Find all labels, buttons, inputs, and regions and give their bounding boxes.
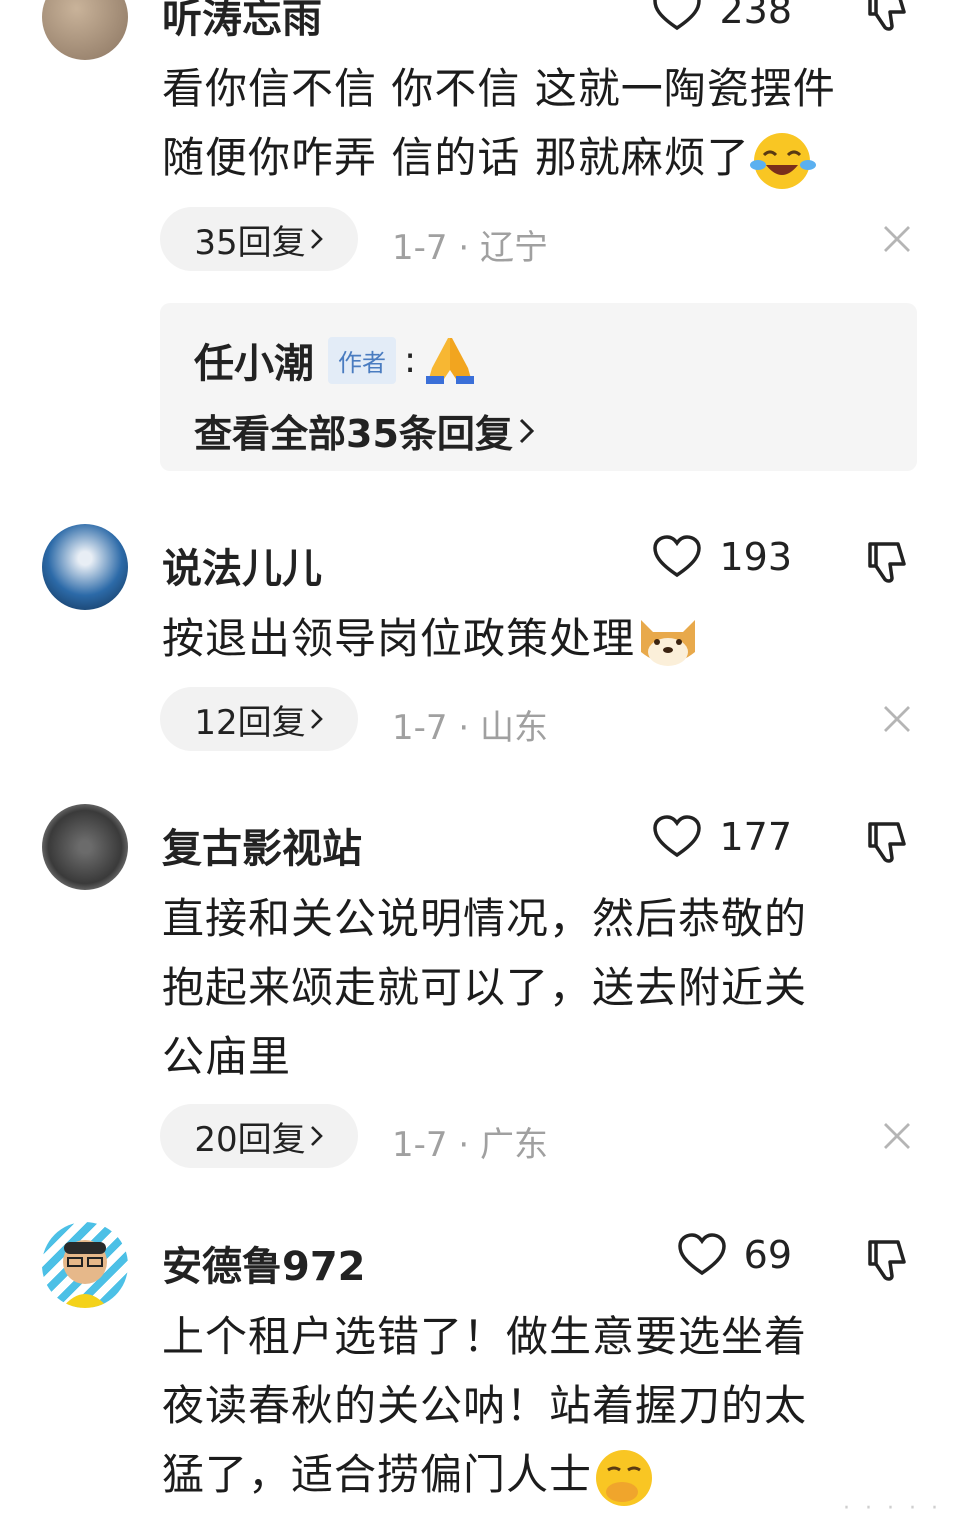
avatar[interactable]	[42, 524, 128, 610]
comment-username[interactable]: 说法儿儿	[162, 536, 322, 594]
avatar-face	[62, 1240, 108, 1308]
comment-text-line: 随便你咋弄 信的话 那就麻烦了	[162, 123, 902, 192]
sub-reply-username[interactable]: 任小潮	[194, 331, 314, 389]
comment-text: 上个租户选错了！做生意要选坐着 夜读春秋的关公呐！站着握刀的太 猛了，适合捞偏门…	[162, 1302, 902, 1509]
replies-button[interactable]: 35回复	[160, 207, 358, 271]
like-button[interactable]: 238	[653, 0, 792, 32]
chevron-right-icon	[310, 229, 323, 249]
replies-label: 35回复	[194, 222, 306, 263]
heart-icon	[677, 1233, 726, 1276]
dislike-icon[interactable]	[862, 818, 910, 866]
sub-reply-box[interactable]: 任小潮 作者 : 查看全部35条回复	[160, 303, 917, 471]
replies-button[interactable]: 20回复	[160, 1104, 358, 1168]
comment-text: 看你信不信 你不信 这就一陶瓷摆件 随便你咋弄 信的话 那就麻烦了	[162, 54, 902, 192]
praying-hands-emoji	[426, 338, 475, 384]
heart-icon	[653, 535, 702, 578]
comment-text-line: 看你信不信 你不信 这就一陶瓷摆件	[162, 64, 836, 113]
comment-text: 直接和关公说明情况，然后恭敬的 抱起来颂走就可以了，送去附近关 公庙里	[162, 884, 902, 1091]
heart-icon	[653, 0, 702, 31]
comment-username[interactable]: 安德鲁972	[162, 1234, 366, 1292]
comment-text-line: 夜读春秋的关公呐！站着握刀的太	[162, 1381, 808, 1430]
comment-text-line: 抱起来颂走就可以了，送去附近关	[162, 963, 808, 1012]
like-count: 193	[719, 535, 792, 579]
watermark: · · · · ·	[843, 1496, 942, 1521]
avatar[interactable]	[42, 804, 128, 890]
avatar[interactable]	[42, 1222, 128, 1308]
comment-text-line: 上个租户选错了！做生意要选坐着	[162, 1312, 808, 1361]
like-count: 69	[743, 1233, 792, 1277]
comment-text: 按退出领导岗位政策处理	[162, 604, 902, 673]
chevron-right-icon	[310, 709, 323, 729]
like-button[interactable]: 177	[653, 815, 792, 859]
close-icon[interactable]	[882, 1121, 912, 1151]
replies-button[interactable]: 12回复	[160, 687, 358, 751]
like-count: 177	[719, 815, 792, 859]
view-all-replies-link[interactable]: 查看全部35条回复	[194, 403, 535, 458]
dislike-icon[interactable]	[862, 0, 910, 34]
heart-icon	[653, 815, 702, 858]
comment-meta: 1-7 · 山东	[392, 708, 548, 748]
sub-reply-colon: :	[404, 339, 417, 381]
comment-username[interactable]: 复古影视站	[162, 816, 362, 874]
comment-text-line: 猛了，适合捞偏门人士	[162, 1440, 902, 1509]
comment-meta: 1-7 · 辽宁	[392, 228, 548, 268]
replies-label: 20回复	[194, 1119, 306, 1160]
sub-reply-preview: 任小潮 作者 :	[194, 331, 476, 389]
view-all-replies-label: 查看全部35条回复	[194, 412, 513, 456]
replies-label: 12回复	[194, 702, 306, 743]
laughing-crying-emoji	[749, 132, 816, 189]
comment-text-line: 公庙里	[162, 1032, 292, 1081]
dislike-icon[interactable]	[862, 1236, 910, 1284]
close-icon[interactable]	[882, 704, 912, 734]
like-button[interactable]: 69	[677, 1233, 792, 1277]
doge-emoji	[641, 619, 696, 666]
dislike-icon[interactable]	[862, 538, 910, 586]
like-count: 238	[719, 0, 792, 32]
comment-meta: 1-7 · 广东	[392, 1125, 548, 1165]
comment-text-line: 直接和关公说明情况，然后恭敬的	[162, 894, 808, 943]
avatar[interactable]	[42, 0, 128, 60]
like-button[interactable]: 193	[653, 535, 792, 579]
comment-username[interactable]: 听涛忘雨	[162, 0, 322, 44]
chevron-right-icon	[519, 418, 535, 443]
comment-text-line: 按退出领导岗位政策处理	[162, 604, 902, 673]
hand-over-mouth-emoji	[596, 1449, 653, 1506]
author-badge: 作者	[328, 336, 396, 384]
close-icon[interactable]	[882, 224, 912, 254]
chevron-right-icon	[310, 1126, 323, 1146]
